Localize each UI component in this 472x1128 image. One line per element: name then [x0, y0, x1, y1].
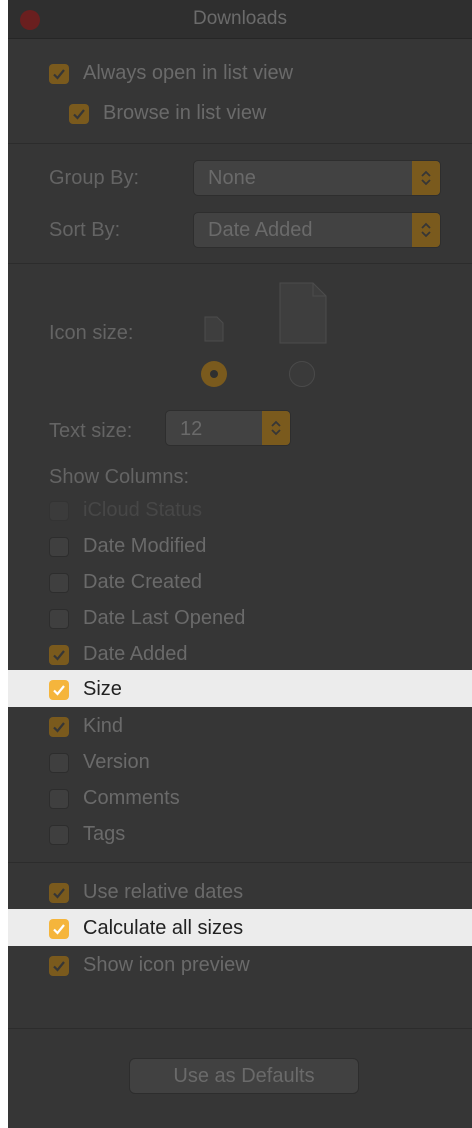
- text-size-popup[interactable]: 12: [165, 410, 291, 446]
- column-option-version[interactable]: Version: [49, 751, 150, 774]
- column-option-tags[interactable]: Tags: [49, 823, 125, 846]
- column-option-label: Size: [83, 678, 122, 700]
- sort-by-label: Sort By:: [49, 219, 121, 241]
- option-label: Calculate all sizes: [83, 917, 244, 939]
- column-option-label: Date Modified: [83, 535, 207, 557]
- checkbox-unchecked-icon[interactable]: [49, 608, 69, 629]
- checkbox-unchecked-icon[interactable]: [49, 536, 69, 557]
- divider: [8, 263, 472, 264]
- column-option-date-created[interactable]: Date Created: [49, 571, 202, 594]
- window-title: Downloads: [193, 8, 287, 29]
- small-icon-radio[interactable]: [201, 361, 227, 387]
- checkbox-checked-icon[interactable]: [69, 103, 89, 124]
- checkbox-unchecked-icon[interactable]: [49, 500, 69, 521]
- divider: [8, 862, 472, 863]
- browse-list-view-label: Browse in list view: [103, 102, 267, 124]
- checkbox-unchecked-icon[interactable]: [49, 752, 69, 773]
- small-document-icon: [204, 316, 224, 342]
- column-option-label: Date Added: [83, 643, 188, 665]
- chevron-updown-icon: [262, 411, 290, 445]
- large-document-icon: [279, 282, 327, 344]
- checkbox-checked-icon[interactable]: [49, 955, 69, 976]
- browse-list-view-option[interactable]: Browse in list view: [69, 102, 266, 125]
- column-option-label: Kind: [83, 715, 124, 737]
- checkbox-unchecked-icon[interactable]: [49, 788, 69, 809]
- checkbox-checked-icon[interactable]: [49, 644, 69, 665]
- column-option-date-added[interactable]: Date Added: [49, 643, 188, 666]
- checkbox-checked-icon[interactable]: [49, 918, 69, 939]
- icon-size-label: Icon size:: [49, 322, 134, 344]
- checkbox-unchecked-icon[interactable]: [49, 572, 69, 593]
- option-label: Show icon preview: [83, 954, 250, 976]
- text-size-label: Text size:: [49, 420, 133, 442]
- show-columns-label: Show Columns:: [49, 466, 190, 488]
- checkbox-checked-icon[interactable]: [49, 716, 69, 737]
- view-options-window: Downloads Always open in list view Brows…: [8, 0, 472, 1128]
- column-option-label: Version: [83, 751, 150, 773]
- always-open-list-view-option[interactable]: Always open in list view: [49, 62, 293, 85]
- group-by-popup[interactable]: None: [193, 160, 441, 196]
- checkbox-unchecked-icon[interactable]: [49, 824, 69, 845]
- column-option-kind[interactable]: Kind: [49, 715, 123, 738]
- column-option-size[interactable]: Size: [49, 678, 122, 701]
- divider: [8, 143, 472, 144]
- sort-by-value: Date Added: [208, 219, 313, 241]
- always-open-list-view-label: Always open in list view: [83, 62, 294, 84]
- use-relative-dates-option[interactable]: Use relative dates: [49, 881, 243, 904]
- calculate-all-sizes-option[interactable]: Calculate all sizes: [49, 917, 243, 940]
- column-option-label: Comments: [83, 787, 180, 809]
- group-by-value: None: [208, 167, 256, 189]
- use-as-defaults-button[interactable]: Use as Defaults: [129, 1058, 359, 1094]
- sort-by-popup[interactable]: Date Added: [193, 212, 441, 248]
- divider: [8, 1028, 472, 1029]
- column-option-label: iCloud Status: [83, 499, 202, 521]
- column-option-date-last-opened[interactable]: Date Last Opened: [49, 607, 245, 630]
- text-size-value: 12: [180, 418, 203, 440]
- column-option-comments[interactable]: Comments: [49, 787, 180, 810]
- column-option-label: Date Created: [83, 571, 202, 593]
- chevron-updown-icon: [412, 213, 440, 247]
- checkbox-checked-icon[interactable]: [49, 882, 69, 903]
- calculate-all-sizes-highlight[interactable]: Calculate all sizes: [8, 909, 472, 946]
- show-icon-preview-option[interactable]: Show icon preview: [49, 954, 250, 977]
- large-icon-radio[interactable]: [289, 361, 315, 387]
- column-option-size-highlight[interactable]: Size: [8, 670, 472, 707]
- column-option-date-modified[interactable]: Date Modified: [49, 535, 206, 558]
- chevron-updown-icon: [412, 161, 440, 195]
- checkbox-checked-icon[interactable]: [49, 679, 69, 700]
- option-label: Use relative dates: [83, 881, 244, 903]
- column-option-label: Tags: [83, 823, 126, 845]
- group-by-label: Group By:: [49, 167, 140, 189]
- checkbox-checked-icon[interactable]: [49, 63, 69, 84]
- column-option-label: Date Last Opened: [83, 607, 246, 629]
- title-bar: Downloads: [8, 0, 472, 39]
- column-option-icloud-status[interactable]: iCloud Status: [49, 499, 202, 522]
